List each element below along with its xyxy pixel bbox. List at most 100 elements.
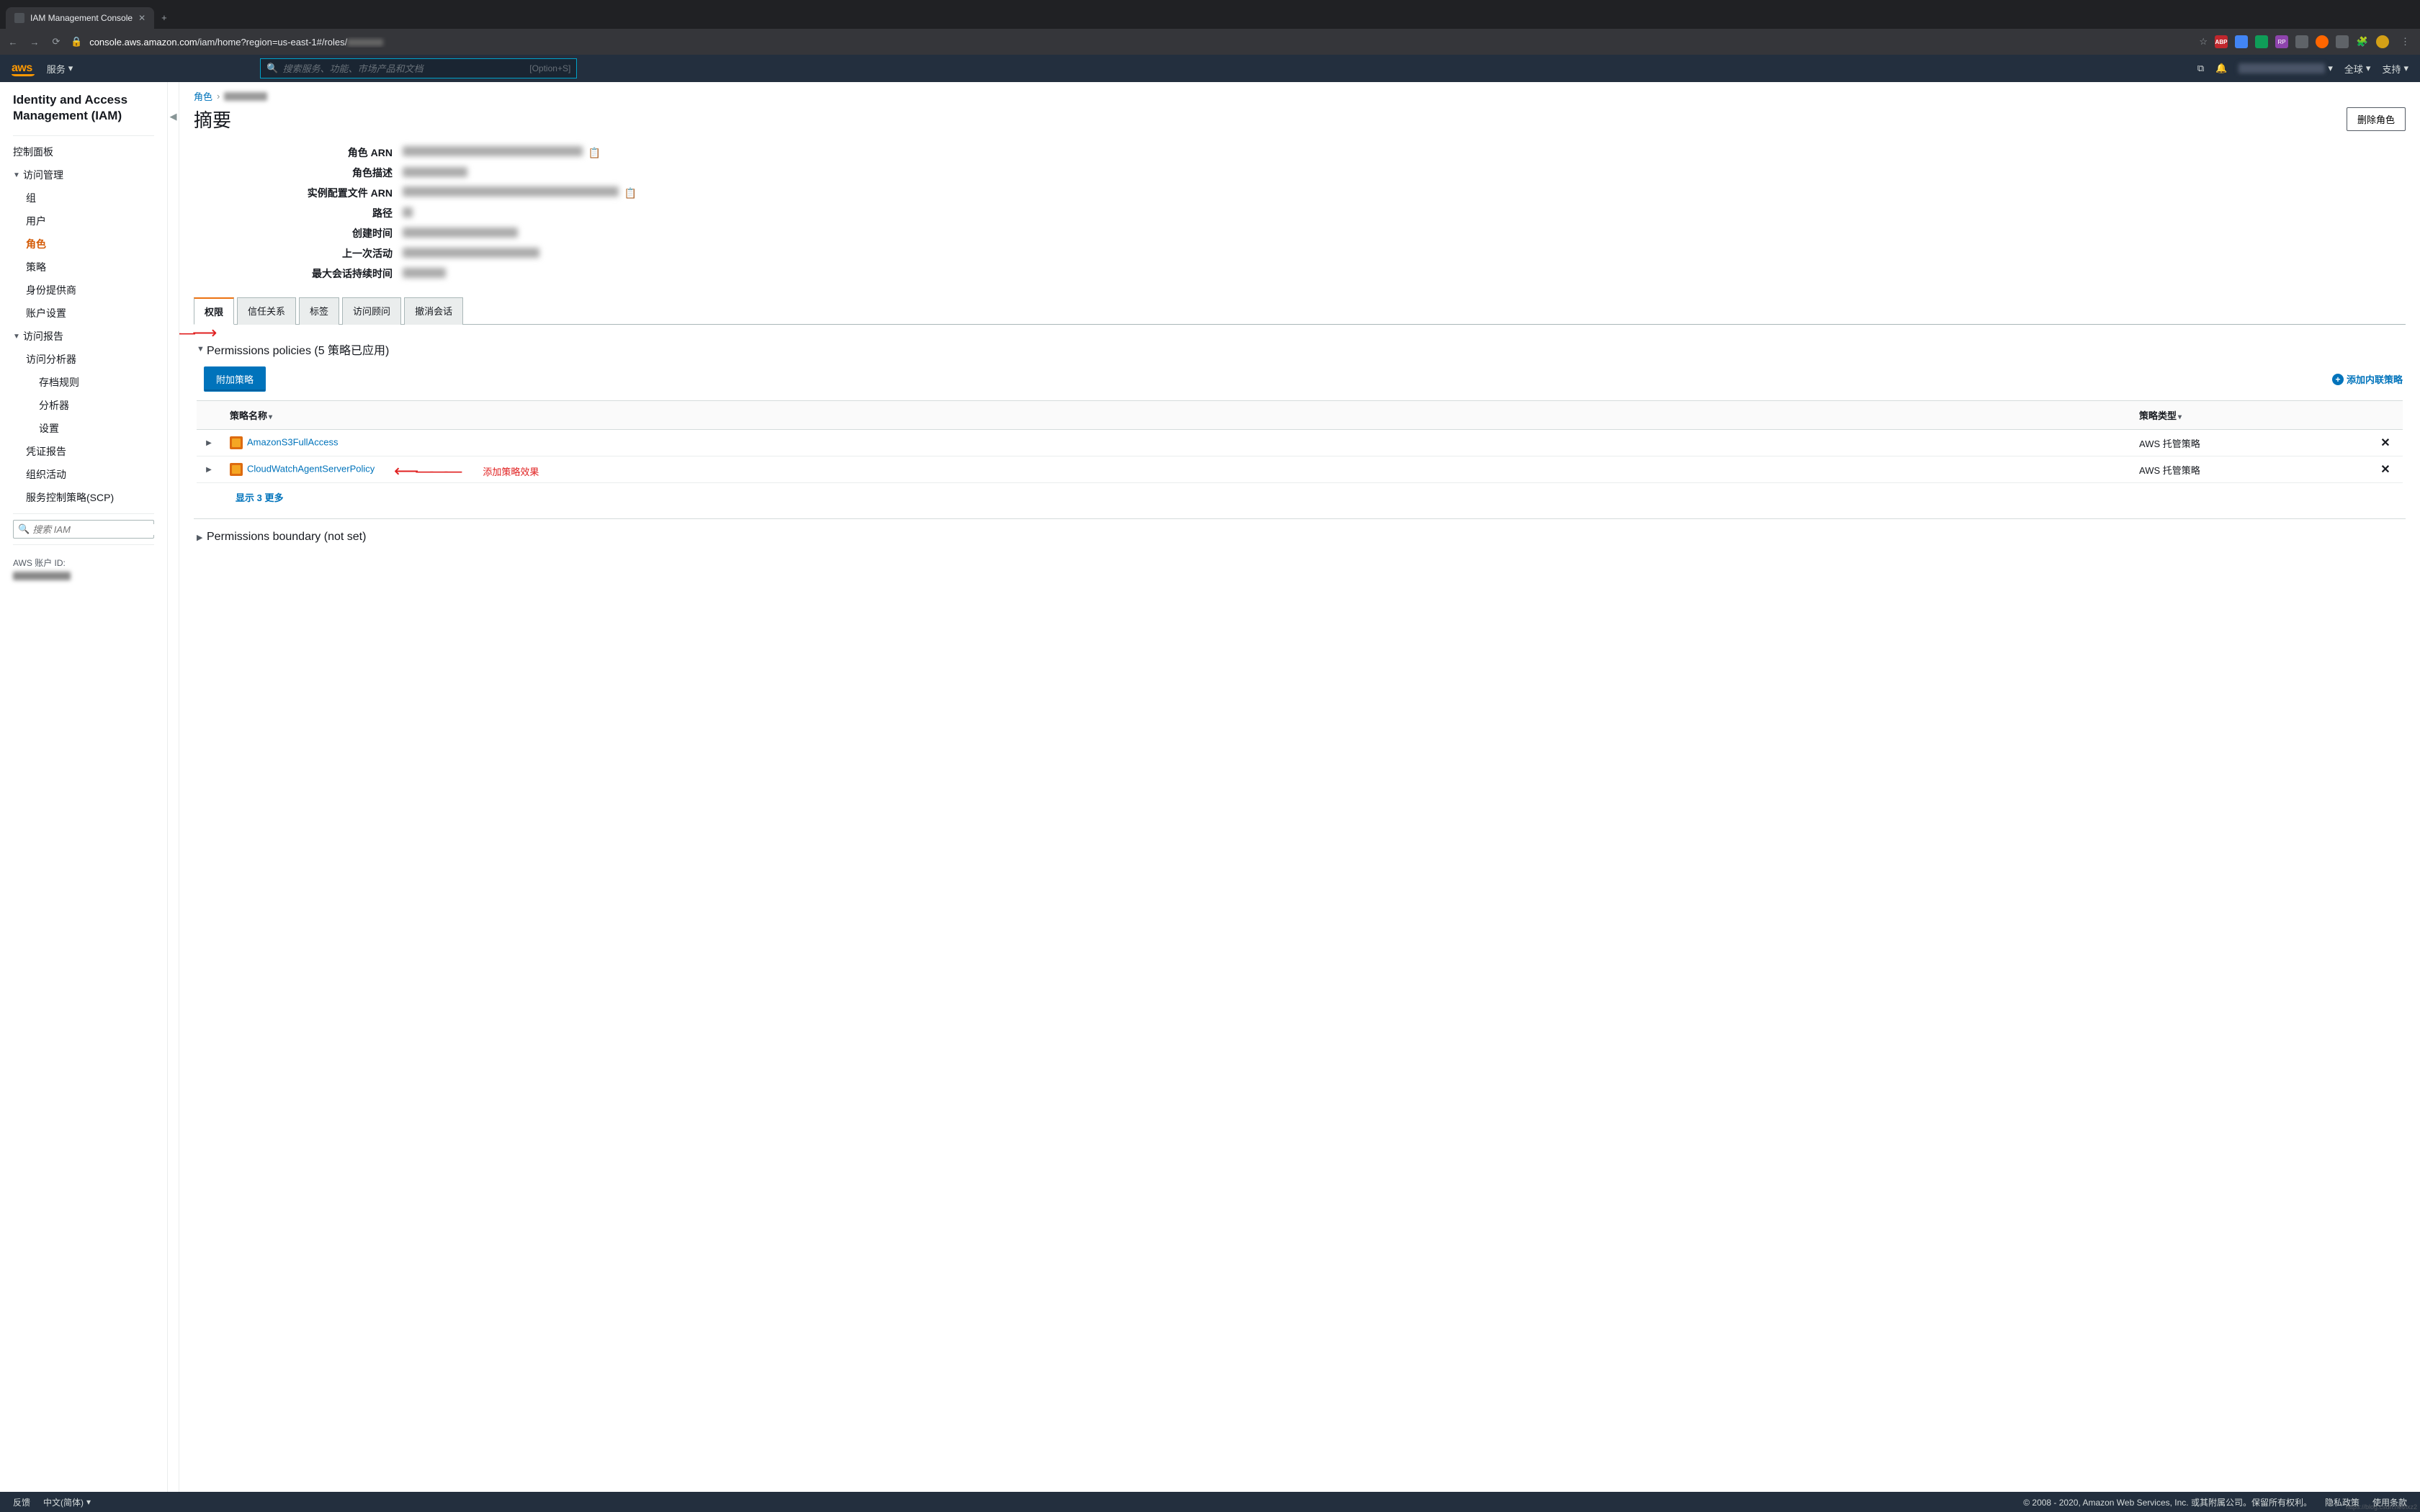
extensions-icon[interactable]: 🧩	[2356, 35, 2369, 48]
ext-down-icon[interactable]	[2336, 35, 2349, 48]
copy-icon[interactable]: 📋	[624, 187, 637, 199]
sidebar-item-access-report[interactable]: ▼访问报告	[0, 325, 167, 348]
favicon	[14, 13, 24, 23]
add-inline-policy-link[interactable]: + 添加内联策略	[2332, 372, 2403, 386]
browser-menu-icon[interactable]: ⋮	[2396, 36, 2414, 48]
policy-icon	[230, 436, 243, 449]
ext-abp-icon[interactable]: ABP	[2215, 35, 2228, 48]
sidebar-item-roles[interactable]: 角色	[0, 233, 167, 256]
search-shortcut: [Option+S]	[529, 63, 570, 73]
sidebar-search-box[interactable]: 🔍	[13, 520, 154, 539]
tab-title: IAM Management Console	[30, 13, 133, 23]
notifications-icon[interactable]: 🔔	[2215, 63, 2227, 74]
sidebar-item-groups[interactable]: 组	[0, 186, 167, 210]
account-menu[interactable]: ▾	[2238, 63, 2333, 74]
tab-advisor[interactable]: 访问顾问	[342, 297, 401, 325]
sidebar-item-org-activity[interactable]: 组织活动	[0, 463, 167, 486]
policy-type: AWS 托管策略	[2130, 430, 2368, 456]
sidebar: Identity and Access Management (IAM) 控制面…	[0, 82, 168, 1492]
ext-shield-icon[interactable]	[2255, 35, 2268, 48]
detach-policy-button[interactable]: ✕	[2368, 456, 2403, 483]
col-policy-name[interactable]: 策略名称▾	[221, 401, 2130, 430]
sidebar-item-archive-rules[interactable]: 存档规则	[0, 371, 167, 394]
caret-down-icon: ▾	[2403, 63, 2408, 74]
sidebar-item-settings[interactable]: 设置	[0, 417, 167, 440]
search-icon: 🔍	[18, 523, 30, 535]
annotation-effect: ⟵——— 添加策略效果	[394, 461, 539, 482]
watermark: https://blog.csdn.net/lxz2	[2346, 1503, 2417, 1511]
search-input[interactable]	[282, 63, 529, 74]
close-tab-icon[interactable]: ✕	[138, 13, 145, 23]
cloudshell-icon[interactable]: ⧉	[2197, 63, 2204, 74]
detach-policy-button[interactable]: ✕	[2368, 430, 2403, 456]
ext-gray-icon[interactable]	[2295, 35, 2308, 48]
sidebar-item-idp[interactable]: 身份提供商	[0, 279, 167, 302]
expand-row-icon[interactable]: ▶	[197, 456, 221, 483]
sidebar-item-scp[interactable]: 服务控制策略(SCP)	[0, 486, 167, 509]
caret-right-icon: ▶	[197, 533, 207, 542]
sort-icon: ▾	[269, 413, 272, 421]
col-remove	[2368, 401, 2403, 430]
reload-button[interactable]: ⟳	[49, 36, 63, 48]
tab-trust[interactable]: 信任关系	[237, 297, 296, 325]
permissions-policies-section: ▼ Permissions policies (5 策略已应用) 附加策略 + …	[194, 333, 2406, 519]
policy-icon	[230, 463, 243, 476]
tab-tags[interactable]: 标签	[299, 297, 339, 325]
policy-link[interactable]: AmazonS3FullAccess	[247, 436, 338, 447]
search-icon: 🔍	[266, 63, 278, 74]
sidebar-item-account-settings[interactable]: 账户设置	[0, 302, 167, 325]
sidebar-title: Identity and Access Management (IAM)	[0, 92, 167, 131]
sidebar-collapse-handle[interactable]: ◀	[168, 82, 179, 1492]
col-expand	[197, 401, 221, 430]
expand-row-icon[interactable]: ▶	[197, 430, 221, 456]
sidebar-item-policies[interactable]: 策略	[0, 256, 167, 279]
footer: 反馈 中文(简体) ▾ © 2008 - 2020, Amazon Web Se…	[0, 1492, 2420, 1512]
tab-permissions[interactable]: 权限	[194, 297, 234, 325]
delete-role-button[interactable]: 删除角色	[2347, 107, 2406, 131]
sidebar-item-access-analyzer[interactable]: 访问分析器	[0, 348, 167, 371]
table-row: ▶ CloudWatchAgentServerPolicy ⟵——— 添加策略效…	[197, 456, 2403, 483]
support-menu[interactable]: 支持 ▾	[2382, 62, 2408, 76]
url-display[interactable]: console.aws.amazon.com/iam/home?region=u…	[89, 37, 2192, 48]
caret-down-icon: ▾	[2328, 63, 2333, 74]
ext-rp-icon[interactable]: RP	[2275, 35, 2288, 48]
plus-icon: +	[2332, 374, 2344, 385]
sidebar-item-dashboard[interactable]: 控制面板	[0, 140, 167, 163]
new-tab-button[interactable]: +	[154, 6, 174, 29]
col-policy-type[interactable]: 策略类型▾	[2130, 401, 2368, 430]
permissions-policies-header[interactable]: ▼ Permissions policies (5 策略已应用)	[197, 341, 2403, 358]
show-more-link[interactable]: 显示 3 更多	[236, 492, 283, 503]
caret-down-icon: ▾	[2366, 63, 2371, 74]
language-menu[interactable]: 中文(简体) ▾	[43, 1496, 91, 1508]
back-button[interactable]: ←	[6, 37, 20, 48]
caret-down-icon: ▾	[86, 1497, 91, 1507]
sidebar-item-users[interactable]: 用户	[0, 210, 167, 233]
breadcrumb-sep: ›	[217, 91, 220, 102]
sidebar-item-analyzer[interactable]: 分析器	[0, 394, 167, 417]
feedback-link[interactable]: 反馈	[13, 1496, 30, 1508]
browser-tab[interactable]: IAM Management Console ✕	[6, 7, 154, 29]
page-title: 摘要	[194, 106, 231, 132]
header-search[interactable]: 🔍 [Option+S]	[260, 58, 577, 78]
aws-header: aws 服务 ▾ 🔍 [Option+S] ⧉ 🔔 ▾ 全球 ▾ 支持 ▾	[0, 55, 2420, 82]
permissions-boundary-header[interactable]: ▶ Permissions boundary (not set)	[197, 531, 2403, 544]
ext-orange-icon[interactable]	[2316, 35, 2329, 48]
permissions-panel: ▼ Permissions policies (5 策略已应用) 附加策略 + …	[194, 325, 2406, 559]
summary-label-last: 上一次活动	[194, 246, 403, 261]
forward-button[interactable]: →	[27, 37, 42, 48]
profile-avatar-icon[interactable]	[2376, 35, 2389, 48]
breadcrumb-roles[interactable]: 角色	[194, 89, 212, 103]
tab-revoke[interactable]: 撤消会话	[404, 297, 463, 325]
sidebar-search-input[interactable]	[32, 524, 161, 535]
breadcrumb: 角色 ›	[194, 89, 2406, 103]
services-menu[interactable]: 服务 ▾	[47, 62, 73, 76]
bookmark-star-icon[interactable]: ☆	[2199, 36, 2208, 48]
copy-icon[interactable]: 📋	[588, 147, 601, 158]
attach-policy-button[interactable]: 附加策略	[204, 366, 266, 392]
ext-translate-icon[interactable]	[2235, 35, 2248, 48]
aws-logo[interactable]: aws	[12, 62, 32, 75]
policy-link[interactable]: CloudWatchAgentServerPolicy	[247, 463, 375, 474]
sidebar-item-access-mgmt[interactable]: ▼访问管理	[0, 163, 167, 186]
region-menu[interactable]: 全球 ▾	[2344, 62, 2371, 76]
sidebar-item-cred-report[interactable]: 凭证报告	[0, 440, 167, 463]
